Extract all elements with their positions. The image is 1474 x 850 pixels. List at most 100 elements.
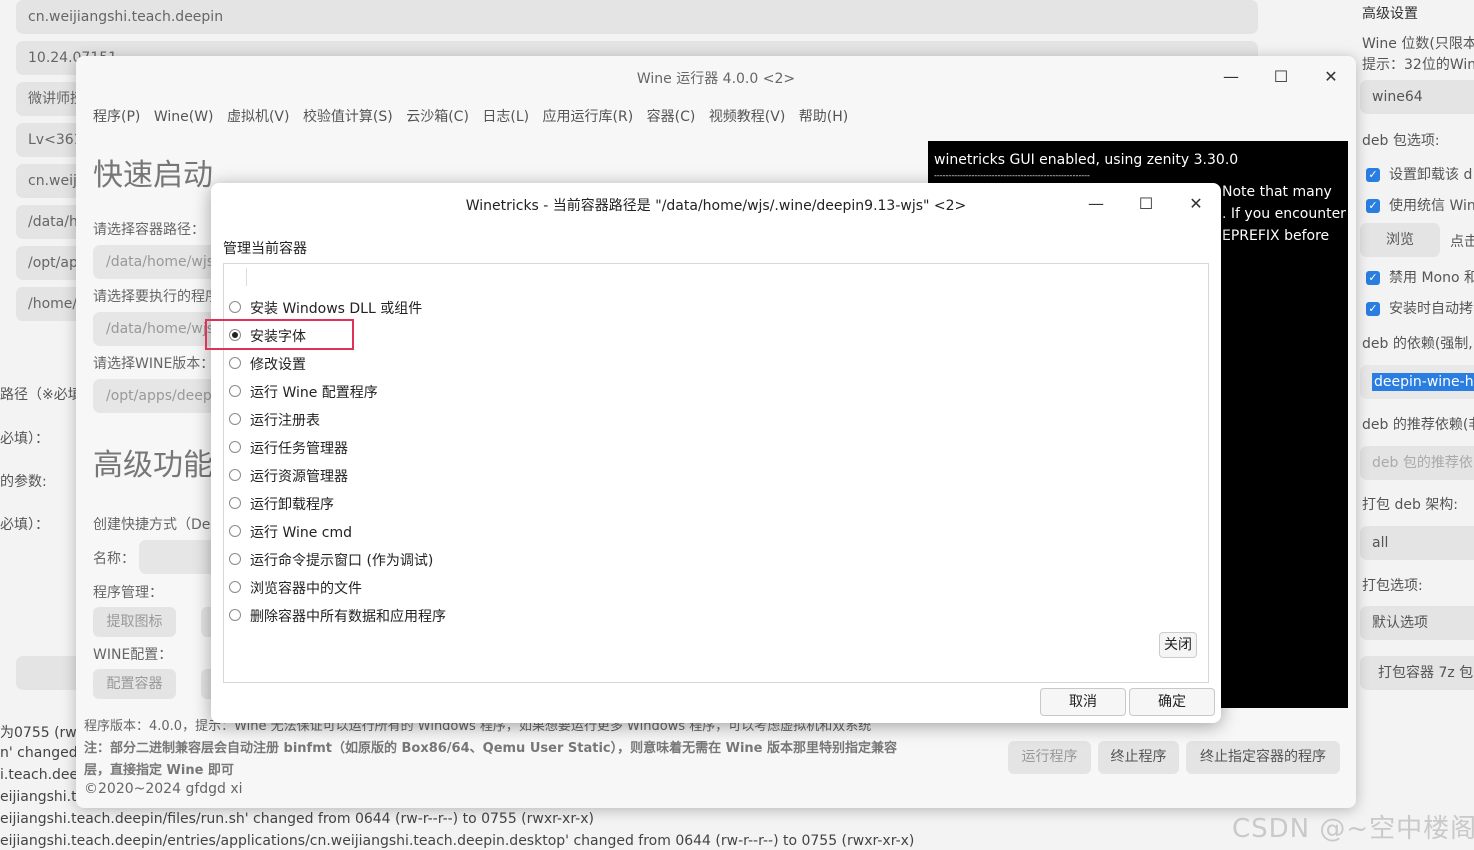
more-config-button[interactable] (201, 669, 211, 699)
menu-runtime[interactable]: 应用运行库(R) (543, 109, 634, 125)
option-label: 浏览容器中的文件 (250, 581, 362, 597)
log-line: eijiangshi.te (0, 789, 86, 805)
ok-button[interactable]: 确定 (1129, 688, 1215, 716)
deb-arch-select[interactable]: all (1360, 526, 1474, 560)
advanced-settings-heading: 高级设置 (1362, 6, 1418, 22)
extract-icon-button[interactable]: 提取图标 (93, 607, 176, 637)
menu-help[interactable]: 帮助(H) (799, 109, 848, 125)
auto-copy-checkbox-label: 安装时自动拷 (1389, 301, 1473, 317)
list-header-divider (246, 268, 247, 286)
uos-wine-checkbox[interactable]: ✓ 使用统信 Win (1366, 195, 1474, 215)
option-label: 运行注册表 (250, 413, 320, 429)
uninstall-checkbox[interactable]: ✓ 设置卸载该 d (1366, 164, 1472, 184)
deb-options-label: deb 包选项: (1362, 133, 1440, 149)
maximize-icon[interactable]: ☐ (1266, 64, 1296, 90)
option-debug-shell[interactable]: 运行命令提示窗口 (作为调试) (229, 551, 433, 571)
option-list: 安装 Windows DLL 或组件 安装字体 修改设置 运行 Wine 配置程… (223, 263, 1209, 683)
option-change-settings[interactable]: 修改设置 (229, 355, 306, 375)
close-icon[interactable]: ✕ (1181, 191, 1211, 217)
stop-program-button[interactable]: 终止程序 (1098, 741, 1179, 774)
radio-icon (229, 581, 241, 593)
radio-icon (229, 441, 241, 453)
quick-start-heading: 快速启动 (93, 158, 213, 193)
advanced-heading: 高级功能 (93, 448, 213, 483)
option-label: 运行资源管理器 (250, 469, 348, 485)
more-button[interactable] (201, 607, 211, 637)
browse-button[interactable]: 浏览 (1360, 223, 1440, 257)
option-winecfg[interactable]: 运行 Wine 配置程序 (229, 383, 378, 403)
minimize-icon[interactable]: — (1081, 191, 1111, 217)
disable-mono-checkbox-label: 禁用 Mono 和 (1389, 270, 1474, 286)
binfmt-note: 注：部分二进制兼容层会自动注册 binfmt（如原版的 Box86/64、Qem… (84, 741, 898, 756)
menu-vm[interactable]: 虚拟机(V) (227, 109, 290, 125)
close-list-button[interactable]: 关闭 (1159, 632, 1197, 658)
wine-version-label: 请选择WINE版本： (93, 356, 215, 372)
deb-depends-input[interactable]: deepin-wine-he (1360, 365, 1474, 399)
deb-depends-label: deb 的依赖(强制, (1362, 336, 1473, 352)
shortcut-label: 创建快捷方式（Des (93, 517, 218, 533)
option-wine-cmd[interactable]: 运行 Wine cmd (229, 523, 352, 543)
run-program-button[interactable]: 运行程序 (1008, 741, 1091, 774)
auto-copy-checkbox[interactable]: ✓ 安装时自动拷 (1366, 298, 1473, 318)
menu-video-tutorial[interactable]: 视频教程(V) (709, 109, 786, 125)
terminal-line: ----------------------------------------… (934, 171, 1090, 180)
log-line: eijiangshi.teach.deepin/entries/applicat… (0, 833, 915, 849)
option-install-dll[interactable]: 安装 Windows DLL 或组件 (229, 299, 422, 319)
name-label: 名称： (93, 551, 135, 567)
config-container-button[interactable]: 配置容器 (93, 669, 176, 699)
radio-icon (229, 525, 241, 537)
menu-checksum[interactable]: 校验值计算(S) (303, 109, 393, 125)
bg-label-required-2: 必填）： (0, 517, 49, 533)
radio-icon (229, 357, 241, 369)
menu-program[interactable]: 程序(P) (93, 109, 140, 125)
stop-container-button[interactable]: 终止指定容器的程序 (1186, 741, 1340, 774)
check-icon: ✓ (1366, 199, 1380, 213)
option-delete-all[interactable]: 删除容器中所有数据和应用程序 (229, 607, 446, 627)
wine-bits-hint: 提示：32位的Wine (1362, 57, 1474, 73)
deb-recommends-input[interactable]: deb 包的推荐依 (1360, 446, 1474, 480)
manage-container-label: 管理当前容器 (223, 241, 307, 257)
radio-icon (229, 301, 241, 313)
close-icon[interactable]: ✕ (1316, 64, 1346, 90)
package-name-field[interactable]: cn.weijiangshi.teach.deepin (16, 0, 1258, 34)
log-line: i.teach.deep (0, 767, 88, 783)
menu-log[interactable]: 日志(L) (482, 109, 529, 125)
pack-7z-button[interactable]: 打包容器 7z 包 (1360, 656, 1474, 690)
pack-options-label: 打包选项: (1362, 578, 1423, 594)
binfmt-note-2: 层，直接指定 Wine 即可 (84, 763, 234, 778)
program-label: 请选择要执行的程序 (93, 289, 219, 305)
pack-options-select[interactable]: 默认选项 (1360, 606, 1474, 640)
program-management-label: 程序管理： (93, 585, 163, 601)
option-uninstaller[interactable]: 运行卸载程序 (229, 495, 334, 515)
menu-cloud-sandbox[interactable]: 云沙箱(C) (406, 109, 469, 125)
menu-wine[interactable]: Wine(W) (154, 109, 214, 125)
radio-icon (229, 553, 241, 565)
copyright: ©2020~2024 gfdgd xi (84, 781, 243, 797)
uos-wine-checkbox-label: 使用统信 Win (1389, 198, 1474, 214)
option-regedit[interactable]: 运行注册表 (229, 411, 320, 431)
uninstall-checkbox-label: 设置卸载该 d (1389, 167, 1473, 183)
disable-mono-checkbox[interactable]: ✓ 禁用 Mono 和 (1366, 267, 1474, 287)
option-label: 运行任务管理器 (250, 441, 348, 457)
wine-bits-label: Wine 位数(只限本 (1362, 36, 1474, 52)
option-browse-files[interactable]: 浏览容器中的文件 (229, 579, 362, 599)
option-label: 运行卸载程序 (250, 497, 334, 513)
radio-icon (229, 385, 241, 397)
cancel-button[interactable]: 取消 (1040, 688, 1126, 716)
option-label: 删除容器中所有数据和应用程序 (250, 609, 446, 625)
option-label: 安装 Windows DLL 或组件 (250, 301, 423, 317)
minimize-icon[interactable]: — (1216, 64, 1246, 90)
option-taskmgr[interactable]: 运行任务管理器 (229, 439, 348, 459)
maximize-icon[interactable]: ☐ (1131, 191, 1161, 217)
bg-label-path: 路径（※必填 (0, 387, 82, 403)
deb-arch-label: 打包 deb 架构: (1362, 497, 1459, 513)
window-title: Wine 运行器 4.0.0 <2> (636, 71, 796, 87)
menu-container[interactable]: 容器(C) (647, 109, 696, 125)
log-line: eijiangshi.teach.deepin/files/run.sh' ch… (0, 811, 594, 827)
wine-bits-select[interactable]: wine64 (1360, 80, 1474, 114)
option-explorer[interactable]: 运行资源管理器 (229, 467, 348, 487)
annotation-highlight-box (205, 319, 354, 350)
menu-bar: 程序(P) Wine(W) 虚拟机(V) 校验值计算(S) 云沙箱(C) 日志(… (93, 106, 857, 126)
check-icon: ✓ (1366, 168, 1380, 182)
bg-label-required: 必填）： (0, 431, 49, 447)
